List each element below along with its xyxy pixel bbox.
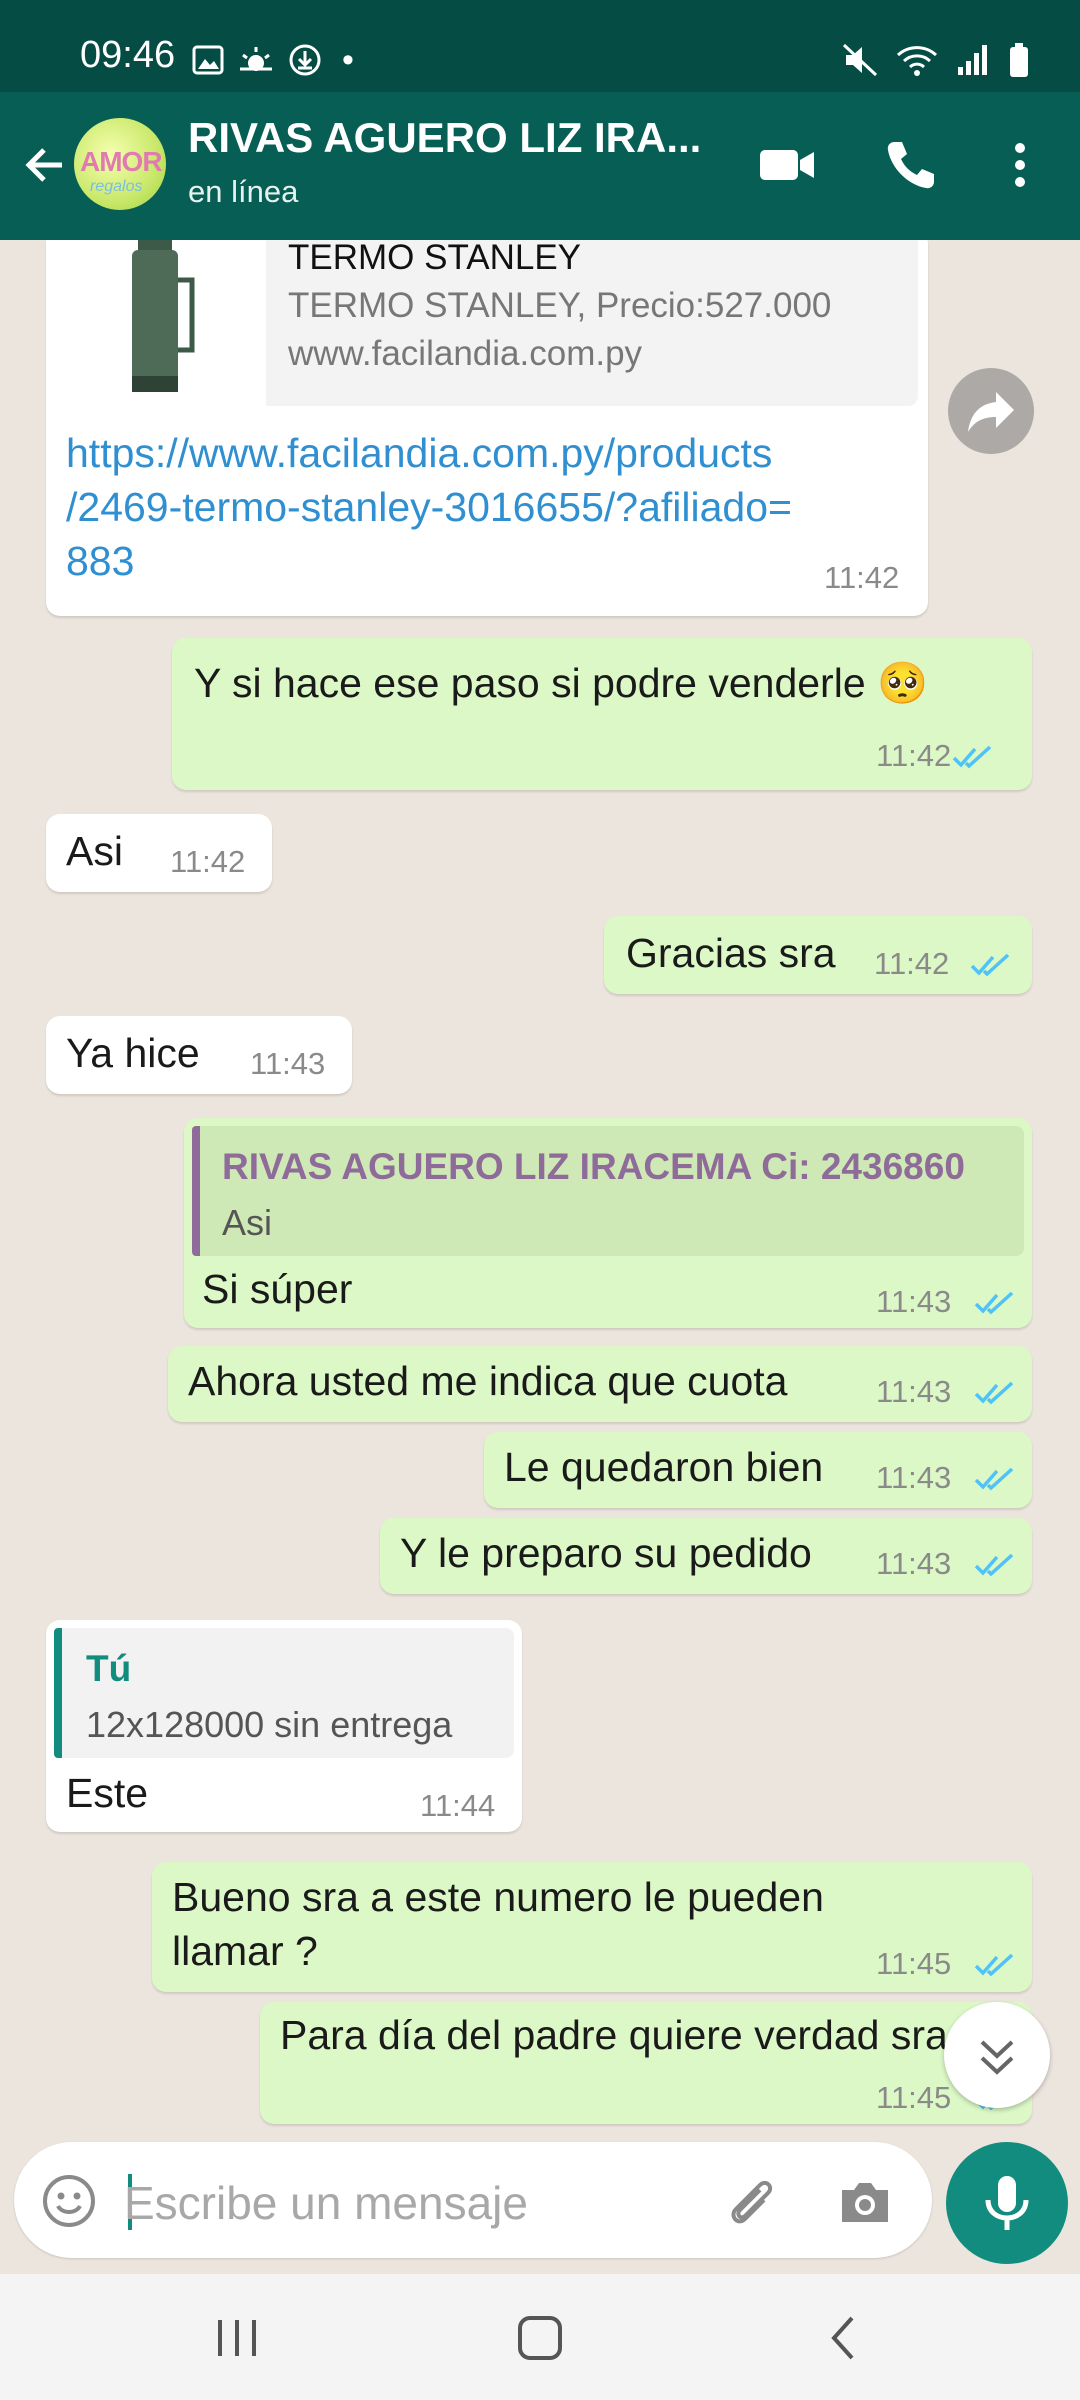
message-text-line-1: Bueno sra a este numero le pueden — [172, 1874, 824, 1920]
status-time: 09:46 — [80, 34, 176, 76]
message-text-line-2: llamar ? — [172, 1928, 318, 1974]
link-preview-description: TERMO STANLEY, Precio:527.000 — [288, 286, 832, 325]
message-time: 11:43 — [250, 1046, 326, 1081]
attach-icon[interactable] — [720, 2170, 782, 2232]
incoming-message[interactable]: Ya hice 11:43 — [46, 1016, 352, 1094]
chat-area[interactable]: TERMO STANLEY TERMO STANLEY, Precio:527.… — [0, 240, 1080, 2130]
message-time: 11:45 — [876, 2080, 952, 2115]
link-url-line-1[interactable]: https://www.facilandia.com.py/products — [66, 430, 772, 477]
message-text: Para día del padre quiere verdad sra — [280, 2012, 948, 2058]
scroll-down-icon — [980, 2040, 1014, 2075]
contact-status: en línea — [188, 174, 299, 209]
message-time: 11:42 — [876, 738, 952, 773]
message-time: 11:43 — [876, 1460, 952, 1495]
quote-text: Asi — [222, 1202, 273, 1243]
read-receipt-icon — [952, 745, 992, 769]
system-navigation-bar — [0, 2274, 1080, 2400]
read-receipt-icon — [974, 1467, 1014, 1491]
outgoing-message[interactable]: Y si hace ese paso si podre venderle 🥺 1… — [172, 638, 1032, 790]
read-receipt-icon — [970, 953, 1010, 977]
avatar-logo-subtext: regalos — [90, 178, 143, 195]
message-time: 11:42 — [170, 844, 246, 879]
message-time: 11:44 — [420, 1788, 496, 1823]
more-options-icon[interactable] — [992, 134, 1048, 196]
quoted-message[interactable]: Tú 12x128000 sin entrega — [54, 1628, 514, 1758]
mic-icon — [985, 2176, 1029, 2230]
home-icon[interactable] — [514, 2312, 566, 2364]
message-time: 11:42 — [874, 946, 950, 981]
video-call-icon[interactable] — [756, 134, 818, 196]
emoji-icon[interactable] — [40, 2172, 98, 2230]
outgoing-message[interactable]: Ahora usted me indica que cuota 11:43 — [168, 1346, 1032, 1422]
outgoing-message[interactable]: Y le preparo su pedido 11:43 — [380, 1518, 1032, 1594]
link-preview-domain: www.facilandia.com.py — [288, 334, 643, 373]
message-text: Si súper — [202, 1266, 353, 1312]
message-time: 11:43 — [876, 1284, 952, 1319]
message-text: Gracias sra — [626, 930, 836, 976]
signal-icon — [958, 45, 987, 75]
read-receipt-icon — [974, 1381, 1014, 1405]
quote-author: Tú — [86, 1648, 132, 1689]
quote-bar — [54, 1628, 62, 1758]
link-url-line-2[interactable]: /2469-termo-stanley-3016655/?afiliado= — [66, 484, 792, 531]
message-text: Y le preparo su pedido — [400, 1530, 812, 1576]
battery-icon — [1010, 43, 1028, 77]
read-receipt-icon — [974, 1953, 1014, 1977]
recents-icon[interactable] — [212, 2314, 262, 2362]
outgoing-message[interactable]: Bueno sra a este numero le pueden llamar… — [152, 1862, 1032, 1992]
voice-call-icon[interactable] — [880, 134, 942, 196]
nav-back-icon[interactable] — [820, 2314, 868, 2362]
contact-name[interactable]: RIVAS AGUERO LIZ IRA... — [188, 114, 701, 162]
more-notifications-dot: • — [342, 40, 354, 79]
message-text: Le quedaron bien — [504, 1444, 824, 1490]
link-preview-message[interactable]: TERMO STANLEY TERMO STANLEY, Precio:527.… — [46, 240, 928, 616]
quote-text: 12x128000 sin entrega — [86, 1704, 453, 1745]
gallery-notification-icon — [192, 45, 224, 75]
message-text: Este — [66, 1770, 149, 1816]
avatar[interactable]: AMOR regalos — [74, 118, 166, 210]
thermos-thumbnail — [46, 240, 266, 406]
message-text: Ahora usted me indica que cuota — [188, 1358, 788, 1404]
outgoing-message[interactable]: Le quedaron bien 11:43 — [484, 1432, 1032, 1508]
forward-icon — [968, 392, 1014, 432]
download-notification-icon — [289, 44, 321, 76]
message-text: Asi — [66, 828, 123, 874]
message-composer: Escribe un mensaje — [14, 2142, 932, 2258]
system-status-icons — [842, 40, 1030, 80]
incoming-reply-message[interactable]: Tú 12x128000 sin entrega Este 11:44 — [46, 1620, 522, 1832]
status-bar: 09:46 • — [0, 0, 1080, 92]
link-preview-title: TERMO STANLEY — [288, 240, 582, 277]
message-text: Y si hace ese paso si podre venderle 🥺 — [194, 660, 929, 706]
quoted-message[interactable]: RIVAS AGUERO LIZ IRACEMA Ci: 2436860 Asi — [192, 1126, 1024, 1256]
outgoing-message[interactable]: Gracias sra 11:42 — [604, 916, 1032, 994]
scroll-to-bottom-button[interactable] — [944, 2002, 1050, 2108]
outgoing-message[interactable]: Para día del padre quiere verdad sra 11:… — [260, 2002, 1032, 2124]
quote-author: RIVAS AGUERO LIZ IRACEMA Ci: 2436860 — [222, 1146, 965, 1187]
message-input[interactable]: Escribe un mensaje — [124, 2176, 528, 2230]
link-preview-card[interactable]: TERMO STANLEY TERMO STANLEY, Precio:527.… — [46, 240, 918, 406]
thermos-image — [132, 240, 195, 392]
read-receipt-icon — [974, 1291, 1014, 1315]
camera-icon[interactable] — [834, 2170, 896, 2232]
message-time: 11:42 — [824, 560, 900, 595]
link-url-line-3[interactable]: 883 — [66, 538, 134, 585]
chat-header: AMOR regalos RIVAS AGUERO LIZ IRA... en … — [0, 92, 1080, 240]
read-receipt-icon — [974, 1553, 1014, 1577]
forward-button[interactable] — [948, 368, 1034, 454]
notification-icons: • — [192, 40, 354, 80]
voice-message-button[interactable] — [946, 2142, 1068, 2264]
avatar-logo-text: AMOR — [80, 146, 163, 177]
message-text: Ya hice — [66, 1030, 200, 1076]
mute-icon — [842, 43, 878, 77]
weather-notification-icon — [240, 47, 272, 71]
message-time: 11:43 — [876, 1546, 952, 1581]
message-time: 11:45 — [876, 1946, 952, 1981]
wifi-icon — [896, 46, 938, 76]
incoming-message[interactable]: Asi 11:42 — [46, 814, 272, 892]
quote-bar — [192, 1126, 200, 1256]
back-arrow-icon[interactable] — [18, 138, 72, 192]
message-time: 11:43 — [876, 1374, 952, 1409]
outgoing-reply-message[interactable]: RIVAS AGUERO LIZ IRACEMA Ci: 2436860 Asi… — [184, 1118, 1032, 1328]
